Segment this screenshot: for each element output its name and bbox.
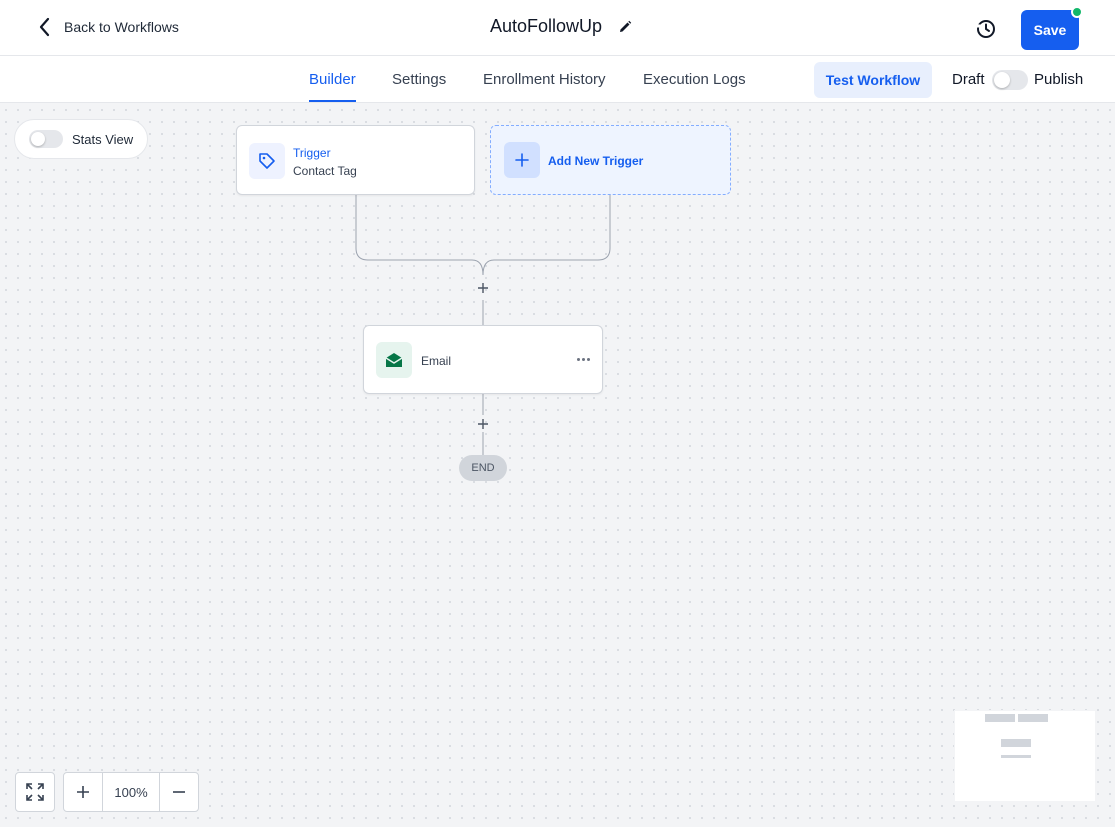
zoom-level: 100% <box>102 773 160 811</box>
plus-icon <box>504 142 540 178</box>
minimap[interactable] <box>954 710 1096 802</box>
plus-icon <box>478 419 488 429</box>
add-step-button[interactable] <box>475 280 491 296</box>
stats-view-toggle[interactable] <box>29 130 63 148</box>
minimap-end-node <box>1001 755 1031 758</box>
minimap-email-node <box>1001 739 1031 747</box>
zoom-controls: 100% <box>63 772 199 812</box>
email-action-node[interactable]: Email <box>363 325 603 394</box>
email-step-label: Email <box>421 354 452 368</box>
tag-icon <box>249 143 285 179</box>
expand-icon <box>26 783 44 801</box>
plus-icon <box>478 283 488 293</box>
fit-to-screen-button[interactable] <box>15 772 55 812</box>
toggle-knob <box>31 132 45 146</box>
stats-view-control: Stats View <box>14 119 148 159</box>
minimap-add-trigger-node <box>1018 714 1048 722</box>
zoom-in-button[interactable] <box>64 773 102 811</box>
end-node: END <box>459 455 507 481</box>
add-new-trigger-button[interactable]: Add New Trigger <box>490 125 731 195</box>
minus-icon <box>173 791 185 793</box>
add-step-button[interactable] <box>475 416 491 432</box>
minimap-trigger-node <box>985 714 1015 722</box>
more-options-icon[interactable] <box>574 352 592 366</box>
stats-view-label: Stats View <box>72 132 134 147</box>
trigger-subtitle: Contact Tag <box>293 164 357 178</box>
trigger-title: Trigger <box>293 146 331 160</box>
plus-icon <box>77 786 89 798</box>
email-icon <box>376 342 412 378</box>
add-new-trigger-label: Add New Trigger <box>548 154 644 168</box>
zoom-out-button[interactable] <box>160 773 198 811</box>
trigger-node[interactable]: Trigger Contact Tag <box>236 125 475 195</box>
